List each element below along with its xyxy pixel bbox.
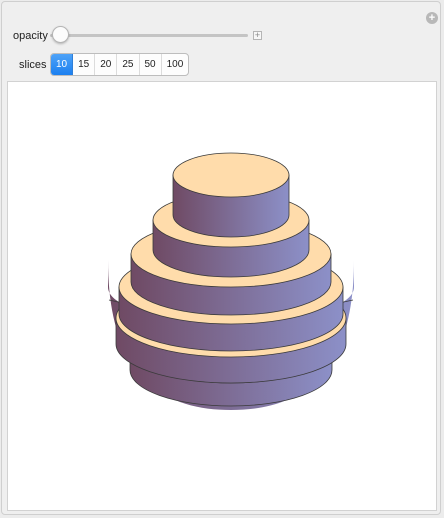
plot-area	[7, 81, 437, 511]
opacity-slider-thumb[interactable]	[52, 26, 69, 43]
plus-square-icon[interactable]: +	[253, 31, 262, 40]
sliced-sphere-graphic	[108, 152, 354, 410]
opacity-label: opacity	[13, 30, 48, 42]
slice-top-6	[172, 152, 290, 198]
slices-option-10[interactable]: 10	[51, 54, 74, 75]
slices-option-25[interactable]: 25	[117, 54, 140, 75]
slices-option-100[interactable]: 100	[162, 54, 189, 75]
slices-label: slices	[19, 59, 47, 71]
slices-option-50[interactable]: 50	[140, 54, 162, 75]
slices-option-20[interactable]: 20	[95, 54, 118, 75]
slices-option-15[interactable]: 15	[73, 54, 96, 75]
opacity-slider-track[interactable]	[50, 34, 248, 37]
plus-circle-icon[interactable]: +	[426, 12, 438, 24]
slices-setter-bar: 10 15 20 25 50 100	[50, 53, 190, 76]
